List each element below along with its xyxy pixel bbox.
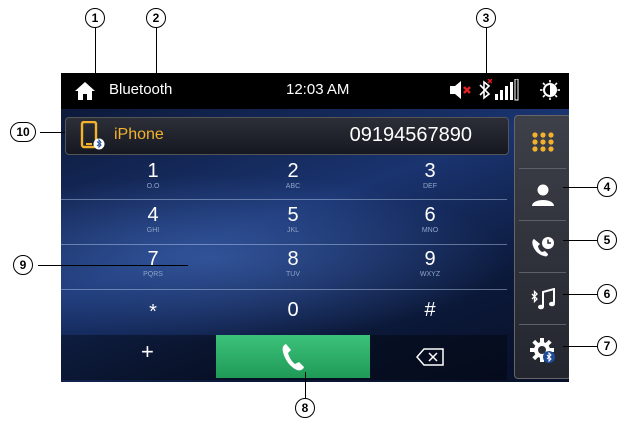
callout-line <box>563 346 597 347</box>
callout-2: 2 <box>146 8 166 28</box>
callout-line <box>156 27 157 79</box>
callout-line <box>563 240 597 241</box>
signal-strength-icon <box>495 79 519 101</box>
bt-settings-button[interactable] <box>515 325 569 377</box>
key-digit: # <box>424 299 436 321</box>
key-digit: 8 <box>287 248 299 270</box>
phone-info-bar: iPhone 09194567890 <box>65 117 509 155</box>
head-unit-screen: Bluetooth 12:03 AM iPhone 09194567890 1 … <box>61 73 569 382</box>
key-digit: 1 <box>147 160 159 182</box>
callout-5: 5 <box>597 230 617 250</box>
callout-line <box>38 265 188 266</box>
key-digit: 2 <box>287 160 299 182</box>
key-3[interactable]: 3 DEF <box>361 160 499 202</box>
contacts-button[interactable] <box>515 169 569 221</box>
status-bar: Bluetooth 12:03 AM <box>61 73 569 109</box>
callout-line <box>40 132 65 133</box>
key-letters: JKL <box>286 227 300 234</box>
key-letters: ABC <box>285 183 301 190</box>
callout-6: 6 <box>597 284 617 304</box>
key-letters: PQRS <box>143 271 163 278</box>
key-letters: GHI <box>146 227 160 234</box>
key-letters: TUV <box>286 271 300 278</box>
bt-audio-button[interactable] <box>515 273 569 325</box>
key-digit: 0 <box>287 299 299 321</box>
dialed-number: 09194567890 <box>349 124 472 146</box>
callout-7: 7 <box>597 336 617 356</box>
key-digit: 9 <box>424 248 436 270</box>
call-icon <box>282 344 304 371</box>
key-letters: O.O <box>146 183 160 190</box>
backspace-icon[interactable] <box>416 348 444 366</box>
callout-4: 4 <box>597 177 617 197</box>
key-2[interactable]: 2 ABC <box>224 160 362 202</box>
key-1[interactable]: 1 O.O <box>84 160 222 202</box>
key-letters: WXYZ <box>419 271 441 278</box>
key-6[interactable]: 6 MNO <box>361 204 499 246</box>
row-divider <box>61 289 507 290</box>
key-digit: 4 <box>147 204 159 226</box>
callout-line <box>563 294 597 295</box>
callout-9: 9 <box>13 255 33 275</box>
row-divider <box>61 199 507 200</box>
call-history-icon <box>531 237 554 257</box>
speaker-muted-icon <box>450 81 471 99</box>
key-digit: 6 <box>424 204 436 226</box>
key-8[interactable]: 8 TUV <box>224 248 362 290</box>
key-letters: MNO <box>421 227 439 234</box>
phone-bluetooth-icon <box>80 121 105 150</box>
call-history-button[interactable] <box>515 221 569 273</box>
key-digit: 7 <box>147 248 159 270</box>
key-digit: * <box>149 301 157 323</box>
home-icon[interactable] <box>74 81 96 101</box>
bt-audio-icon <box>531 288 555 310</box>
bluetooth-icon <box>479 79 492 100</box>
call-button[interactable] <box>216 335 370 378</box>
plus-button[interactable]: + <box>141 339 154 365</box>
key-7[interactable]: 7 PQRS <box>84 248 222 290</box>
keypad-button[interactable] <box>515 116 569 168</box>
key-9[interactable]: 9 WXYZ <box>361 248 499 290</box>
brightness-icon[interactable] <box>540 80 560 100</box>
callout-line <box>95 27 96 79</box>
key-5[interactable]: 5 JKL <box>224 204 362 246</box>
contacts-icon <box>531 184 554 206</box>
callout-line <box>486 27 487 79</box>
callout-line <box>305 372 306 399</box>
source-label: Bluetooth <box>109 81 173 98</box>
callout-3: 3 <box>476 8 496 28</box>
callout-10: 10 <box>10 122 36 142</box>
callout-line <box>563 187 597 188</box>
side-menu <box>514 115 569 379</box>
callout-8: 8 <box>295 398 315 418</box>
device-name: iPhone <box>114 126 164 143</box>
keypad-icon <box>531 132 554 152</box>
key-digit: 3 <box>424 160 436 182</box>
row-divider <box>61 244 507 245</box>
bt-settings-icon <box>529 338 555 363</box>
key-letters: DEF <box>423 183 437 190</box>
clock: 12:03 AM <box>286 81 350 98</box>
key-4[interactable]: 4 GHI <box>84 204 222 246</box>
callout-1: 1 <box>85 8 105 28</box>
key-digit: 5 <box>287 204 299 226</box>
